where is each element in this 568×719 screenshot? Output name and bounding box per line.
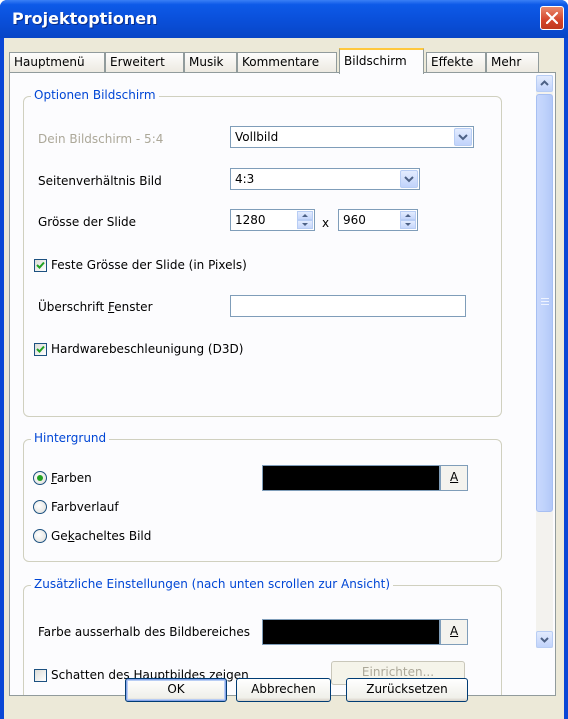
tab-kommentare[interactable]: Kommentare: [237, 52, 337, 73]
slide-width-spinner[interactable]: 1280: [230, 209, 315, 231]
title-bar[interactable]: Projektoptionen: [0, 0, 568, 38]
outside-color-label: Farbe ausserhalb des Bildbereiches: [38, 625, 251, 639]
close-icon: [546, 12, 558, 24]
spin-down-icon[interactable]: [297, 220, 313, 229]
checkmark-icon: [36, 345, 45, 353]
close-button[interactable]: [540, 6, 564, 30]
screen-label: Dein Bildschirm - 5:4: [38, 132, 164, 146]
radio-tiled-image[interactable]: [33, 529, 47, 543]
slide-width-value: 1280: [235, 213, 266, 227]
fixed-size-checkbox[interactable]: [34, 259, 47, 272]
tab-hauptmenue[interactable]: Hauptmenü: [9, 52, 105, 73]
fixed-size-label[interactable]: Feste Grösse der Slide (in Pixels): [51, 258, 247, 272]
chevron-up-icon: [540, 80, 549, 86]
thumb-grip: [541, 298, 549, 299]
times-label: x: [322, 216, 330, 230]
group-screen-options: Optionen Bildschirm Dein Bildschirm - 5:…: [23, 88, 502, 417]
aspect-ratio-select[interactable]: 4:3: [230, 168, 420, 190]
scrollbar-thumb[interactable]: [536, 94, 553, 512]
hw-accel-label[interactable]: Hardwarebeschleunigung (D3D): [51, 342, 243, 356]
dialog-window: Projektoptionen Hauptmenü Erweitert Musi…: [0, 0, 568, 719]
radio-gradient-label[interactable]: Farbverlauf: [51, 500, 119, 514]
scroll-up-button[interactable]: [536, 75, 553, 92]
hw-accel-checkbox[interactable]: [34, 343, 47, 356]
group-screen-options-legend: Optionen Bildschirm: [31, 88, 159, 102]
checkmark-icon: [36, 261, 45, 269]
thumb-grip: [541, 301, 549, 302]
radio-tiled-image-label[interactable]: Gekacheltes Bild: [51, 529, 151, 543]
window-title: Projektoptionen: [12, 9, 158, 28]
scroll-down-button[interactable]: [536, 631, 553, 648]
spin-up-icon[interactable]: [400, 211, 416, 220]
radio-colors[interactable]: [33, 471, 47, 485]
screen-mode-select[interactable]: Vollbild: [230, 126, 474, 148]
chevron-down-icon: [540, 637, 549, 643]
group-background: Hintergrund Farben A Farbverlauf Gekache…: [23, 431, 502, 562]
group-additional-legend: Zusätzliche Einstellungen (nach unten sc…: [31, 577, 394, 591]
background-color-swatch[interactable]: [262, 465, 440, 491]
radio-gradient[interactable]: [33, 500, 47, 514]
window-title-label: Überschrift Fenster: [38, 300, 153, 314]
tab-strip: Hauptmenü Erweitert Musik Kommentare Bil…: [9, 48, 549, 74]
shadow-checkbox[interactable]: [34, 669, 47, 682]
thumb-grip: [541, 304, 549, 305]
screen-mode-value: Vollbild: [235, 130, 279, 144]
window-title-input[interactable]: [230, 295, 466, 317]
background-color-button[interactable]: A: [440, 465, 468, 491]
vertical-scrollbar[interactable]: [536, 75, 553, 648]
size-label: Grösse der Slide: [38, 215, 137, 229]
tab-effekte[interactable]: Effekte: [426, 52, 486, 73]
slide-height-spinner[interactable]: 960: [338, 209, 418, 231]
reset-button[interactable]: Zurücksetzen: [346, 678, 468, 702]
ok-button[interactable]: OK: [125, 678, 227, 702]
radio-colors-label[interactable]: Farben: [51, 471, 92, 485]
slide-height-value: 960: [343, 213, 366, 227]
chevron-down-icon[interactable]: [400, 170, 418, 188]
chevron-down-icon[interactable]: [454, 128, 472, 146]
aspect-label: Seitenverhältnis Bild: [38, 174, 162, 188]
dialog-client: Hauptmenü Erweitert Musik Kommentare Bil…: [4, 38, 564, 719]
tab-bildschirm[interactable]: Bildschirm: [339, 48, 424, 74]
spin-up-icon[interactable]: [297, 211, 313, 220]
aspect-ratio-value: 4:3: [235, 172, 255, 186]
radio-selected-dot: [37, 475, 43, 481]
tab-panel-bildschirm: Optionen Bildschirm Dein Bildschirm - 5:…: [9, 72, 556, 696]
group-background-legend: Hintergrund: [31, 431, 110, 445]
tab-erweitert[interactable]: Erweitert: [105, 52, 184, 73]
outside-color-swatch[interactable]: [262, 619, 440, 645]
tab-mehr[interactable]: Mehr: [486, 52, 539, 73]
tab-musik[interactable]: Musik: [184, 52, 237, 73]
outside-color-button[interactable]: A: [440, 619, 468, 645]
cancel-button[interactable]: Abbrechen: [236, 678, 331, 702]
spin-down-icon[interactable]: [400, 220, 416, 229]
